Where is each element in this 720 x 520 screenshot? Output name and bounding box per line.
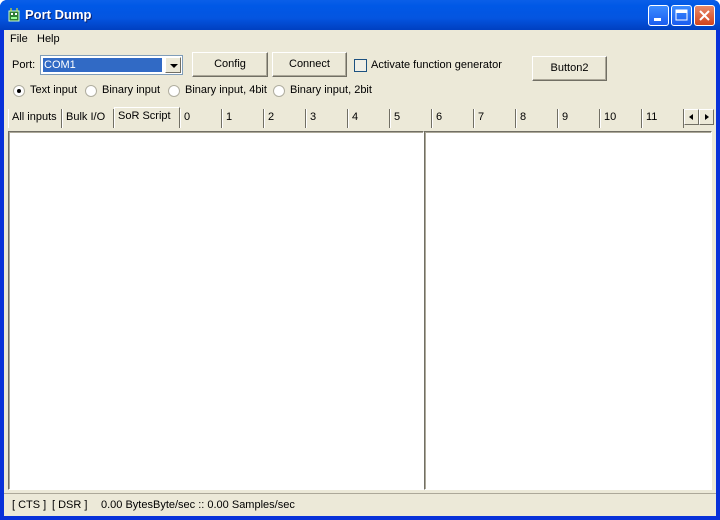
tab-7[interactable]: 7	[474, 109, 516, 128]
connect-button[interactable]: Connect	[272, 52, 347, 77]
status-bar: [ CTS ] [ DSR ] 0.00 BytesByte/sec :: 0.…	[4, 493, 716, 513]
tab-sor-script[interactable]: SoR Script	[114, 107, 180, 128]
tab-strip: All inputs Bulk I/O SoR Script 0 1 2 3 4…	[8, 107, 714, 129]
radio-label: Binary input, 2bit	[290, 84, 372, 96]
maximize-button[interactable]	[671, 5, 692, 26]
tab-scroll-left-button[interactable]	[684, 109, 699, 125]
radio-label: Binary input, 4bit	[185, 84, 267, 96]
tab-1[interactable]: 1	[222, 109, 264, 128]
function-generator-label: Activate function generator	[371, 59, 502, 71]
radio-label: Binary input	[102, 84, 161, 96]
menu-file[interactable]: File	[10, 33, 28, 45]
menu-help[interactable]: Help	[37, 33, 60, 45]
radio-binary-4bit[interactable]	[168, 85, 180, 97]
menu-bar: File Help	[4, 30, 716, 48]
tab-0[interactable]: 0	[180, 109, 222, 128]
dsr-indicator: [ DSR ]	[52, 499, 88, 511]
minimize-icon	[654, 18, 661, 21]
config-button[interactable]: Config	[192, 52, 268, 77]
title-bar[interactable]: Port Dump	[0, 0, 720, 30]
left-text-pane[interactable]	[8, 131, 424, 490]
chevron-down-icon[interactable]	[165, 57, 181, 73]
button2[interactable]: Button2	[532, 56, 607, 81]
function-generator-checkbox[interactable]	[354, 59, 367, 72]
tab-3[interactable]: 3	[306, 109, 348, 128]
port-label: Port:	[12, 59, 36, 71]
tab-8[interactable]: 8	[516, 109, 558, 128]
radio-label: Text input	[30, 84, 78, 96]
client-area: File Help Port: COM1 Config Connect Acti…	[4, 30, 716, 516]
maximize-icon	[675, 9, 688, 21]
close-button[interactable]	[694, 5, 715, 26]
radio-binary-input[interactable]	[85, 85, 97, 97]
chevron-left-icon	[689, 114, 693, 120]
cts-indicator: [ CTS ]	[12, 499, 47, 511]
app-icon	[8, 8, 20, 22]
tab-10[interactable]: 10	[600, 109, 642, 128]
tab-2[interactable]: 2	[264, 109, 306, 128]
tab-4[interactable]: 4	[348, 109, 390, 128]
port-value: COM1	[42, 57, 163, 73]
radio-binary-2bit[interactable]	[273, 85, 285, 97]
rate-text: 0.00 BytesByte/sec :: 0.00 Samples/sec	[101, 499, 295, 511]
window-title: Port Dump	[25, 7, 92, 22]
app-window: Port Dump File Help Port: COM1 Config Co…	[0, 0, 720, 520]
minimize-button[interactable]	[648, 5, 669, 26]
radio-text-input[interactable]	[13, 85, 25, 97]
tab-bulk-io[interactable]: Bulk I/O	[62, 109, 114, 128]
right-text-pane[interactable]	[424, 131, 712, 490]
close-icon	[699, 10, 710, 21]
port-select[interactable]: COM1	[40, 55, 183, 75]
tab-9[interactable]: 9	[558, 109, 600, 128]
tab-11[interactable]: 11	[642, 109, 684, 128]
tab-scroll-right-button[interactable]	[699, 109, 714, 125]
tab-5[interactable]: 5	[390, 109, 432, 128]
tab-all-inputs[interactable]: All inputs	[8, 109, 62, 128]
tab-6[interactable]: 6	[432, 109, 474, 128]
chevron-right-icon	[705, 114, 709, 120]
